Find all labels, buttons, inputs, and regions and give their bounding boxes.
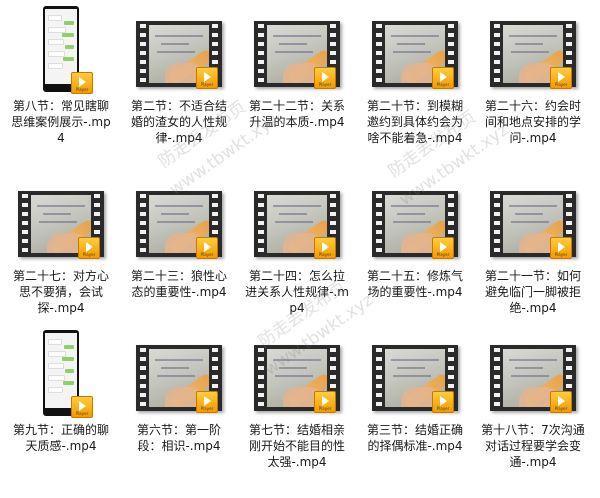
file-name: 第三节：结婚正确的择偶标准-.mp4: [366, 423, 463, 453]
file-name: 第九节：正确的聊天质感-.mp4: [12, 423, 109, 453]
file-name: 第六节：第一阶段：相识-.mp4: [136, 423, 221, 453]
media-player-icon: Player: [550, 67, 572, 89]
file-item[interactable]: Player 第九节：正确的聊天质感-.mp4: [2, 330, 120, 490]
file-thumbnail[interactable]: Player: [254, 176, 340, 262]
media-player-icon: Player: [314, 391, 336, 413]
file-thumbnail[interactable]: Player: [372, 176, 458, 262]
video-filmstrip-thumbnail: Player: [18, 191, 104, 259]
video-filmstrip-thumbnail: Player: [372, 191, 458, 259]
file-name: 第二十六：约会时间和地点安排的学问-.mp4: [484, 99, 581, 145]
file-item[interactable]: Player 第二十一节：如何避免临门一脚被拒绝-.mp4: [474, 176, 592, 336]
media-player-icon: Player: [314, 67, 336, 89]
file-item[interactable]: Player 第二十二节：关系升温的本质-.mp4: [238, 6, 356, 166]
file-thumbnail[interactable]: Player: [136, 330, 222, 416]
media-player-icon: Player: [550, 391, 572, 413]
file-grid: Player 第八节：常见瞎聊思维案例展示-.mp4 Player 第二节：不适合结婚…: [0, 0, 600, 498]
media-player-icon: Player: [196, 237, 218, 259]
file-thumbnail[interactable]: Player: [490, 176, 576, 262]
video-filmstrip-thumbnail: Player: [136, 191, 222, 259]
video-filmstrip-thumbnail: Player: [490, 21, 576, 89]
media-player-icon: Player: [71, 396, 93, 418]
video-filmstrip-thumbnail: Player: [490, 345, 576, 413]
file-name: 第二十二节：关系升温的本质-.mp4: [248, 99, 345, 129]
chat-screenshot-thumbnail: Player: [43, 330, 93, 418]
file-item[interactable]: Player 第二节：不适合结婚的渣女的人性规律-.mp4: [120, 6, 238, 166]
video-filmstrip-thumbnail: Player: [254, 21, 340, 89]
video-filmstrip-thumbnail: Player: [372, 21, 458, 89]
file-thumbnail[interactable]: Player: [136, 6, 222, 92]
file-item[interactable]: Player 第二十节：到模糊邀约到具体约会为啥不能着急-.mp4: [356, 6, 474, 166]
file-name: 第八节：常见瞎聊思维案例展示-.mp4: [11, 99, 111, 145]
media-player-icon: Player: [550, 237, 572, 259]
file-thumbnail[interactable]: Player: [254, 6, 340, 92]
file-name: 第二节：不适合结婚的渣女的人性规律-.mp4: [130, 99, 227, 145]
file-item[interactable]: Player 第十八节：7次沟通对话过程要学会变通-.mp4: [474, 330, 592, 490]
file-name: 第七节：结婚相亲刚开始不能目的性太强-.mp4: [248, 423, 345, 469]
file-item[interactable]: Player 第七节：结婚相亲刚开始不能目的性太强-.mp4: [238, 330, 356, 490]
video-filmstrip-thumbnail: Player: [372, 345, 458, 413]
video-filmstrip-thumbnail: Player: [136, 345, 222, 413]
file-item[interactable]: Player 第二十七：对方心思不要猜，会试探-.mp4: [2, 176, 120, 336]
media-player-icon: Player: [196, 391, 218, 413]
file-thumbnail[interactable]: Player: [490, 6, 576, 92]
file-thumbnail[interactable]: Player: [372, 6, 458, 92]
chat-screenshot-thumbnail: Player: [43, 6, 93, 94]
file-thumbnail[interactable]: Player: [18, 6, 104, 94]
media-player-icon: Player: [432, 391, 454, 413]
media-player-icon: Player: [314, 237, 336, 259]
file-name: 第二十节：到模糊邀约到具体约会为啥不能着急-.mp4: [366, 99, 463, 145]
file-thumbnail[interactable]: Player: [136, 176, 222, 262]
file-item[interactable]: Player 第六节：第一阶段：相识-.mp4: [120, 330, 238, 490]
media-player-icon: Player: [432, 237, 454, 259]
file-item[interactable]: Player 第二十四：怎么拉进关系人性规律-.mp4: [238, 176, 356, 336]
media-player-icon: Player: [432, 67, 454, 89]
file-name: 第十八节：7次沟通对话过程要学会变通-.mp4: [481, 423, 585, 469]
file-name: 第二十三：狼性心态的重要性-.mp4: [130, 269, 227, 299]
media-player-icon: Player: [78, 237, 100, 259]
file-item[interactable]: Player 第二十六：约会时间和地点安排的学问-.mp4: [474, 6, 592, 166]
file-name: 第二十四：怎么拉进关系人性规律-.mp4: [245, 269, 349, 315]
file-thumbnail[interactable]: Player: [254, 330, 340, 416]
file-name: 第二十五：修炼气场的重要性-.mp4: [366, 269, 463, 299]
file-item[interactable]: Player 第二十三：狼性心态的重要性-.mp4: [120, 176, 238, 336]
media-player-icon: Player: [196, 67, 218, 89]
file-name: 第二十七：对方心思不要猜，会试探-.mp4: [12, 269, 109, 315]
file-thumbnail[interactable]: Player: [18, 330, 104, 418]
file-item[interactable]: Player 第三节：结婚正确的择偶标准-.mp4: [356, 330, 474, 490]
video-filmstrip-thumbnail: Player: [490, 191, 576, 259]
file-item[interactable]: Player 第二十五：修炼气场的重要性-.mp4: [356, 176, 474, 336]
video-filmstrip-thumbnail: Player: [254, 345, 340, 413]
file-thumbnail[interactable]: Player: [18, 176, 104, 262]
file-thumbnail[interactable]: Player: [372, 330, 458, 416]
video-filmstrip-thumbnail: Player: [254, 191, 340, 259]
file-name: 第二十一节：如何避免临门一脚被拒绝-.mp4: [484, 269, 581, 315]
file-thumbnail[interactable]: Player: [490, 330, 576, 416]
file-item[interactable]: Player 第八节：常见瞎聊思维案例展示-.mp4: [2, 6, 120, 166]
video-filmstrip-thumbnail: Player: [136, 21, 222, 89]
media-player-icon: Player: [71, 72, 93, 94]
